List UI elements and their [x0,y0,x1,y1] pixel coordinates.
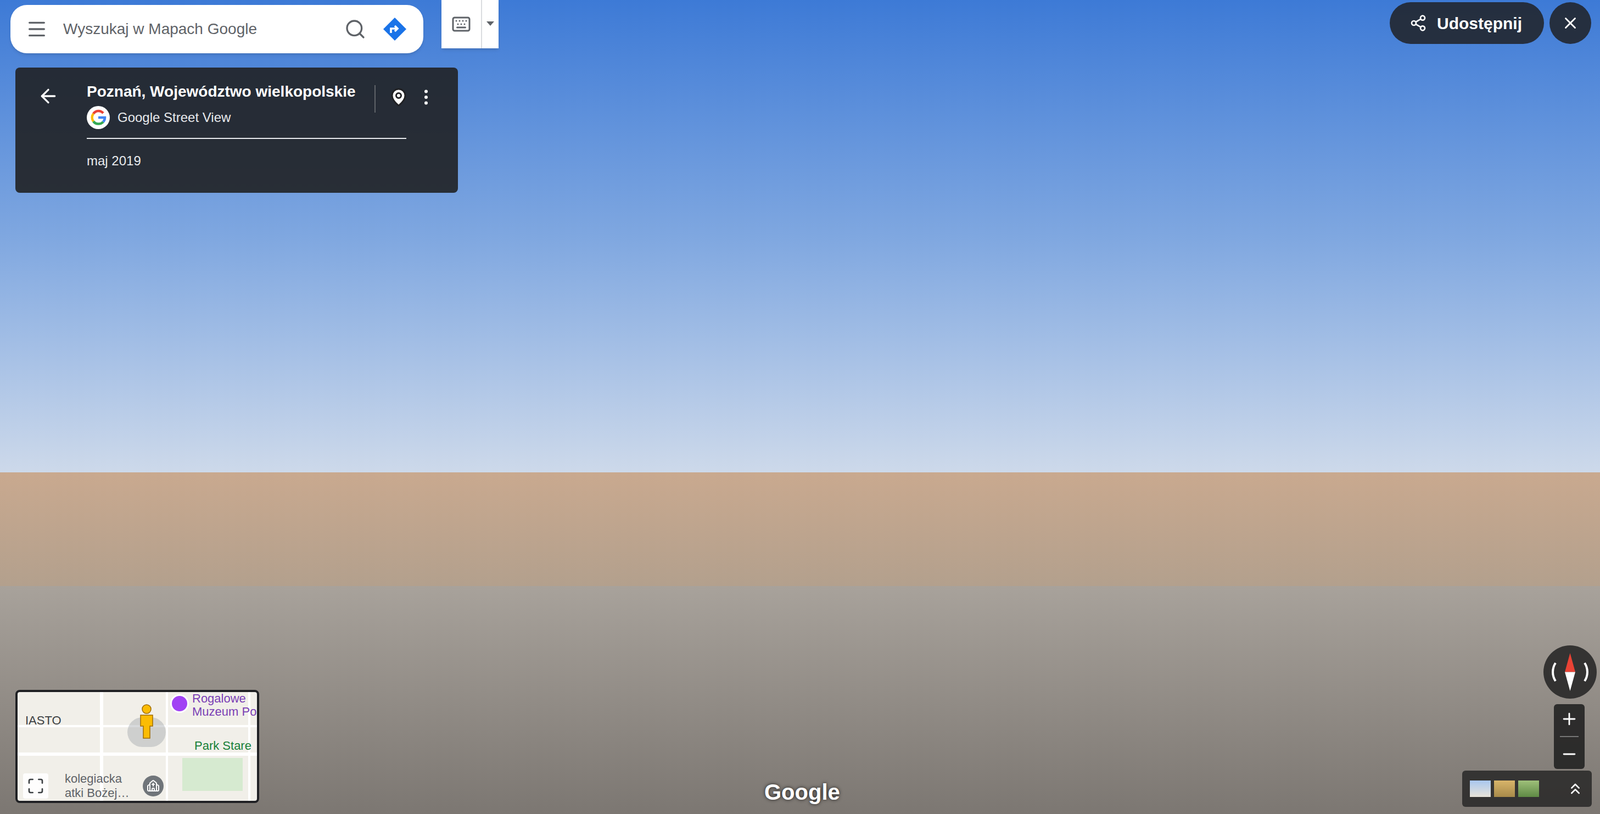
dropdown-arrow-icon[interactable] [486,21,495,27]
google-watermark: Google [764,775,841,809]
keyboard-icon[interactable] [451,14,472,35]
pin-icon[interactable] [388,87,409,108]
search-bar[interactable]: Wyszukaj w Mapach Google [10,4,424,54]
map-label: Rogalowe [192,691,246,706]
expand-up-icon[interactable] [1566,779,1585,798]
church-icon [146,779,160,793]
expand-icon[interactable] [26,776,45,795]
menu-icon[interactable] [25,18,48,41]
close-button[interactable] [1549,2,1592,44]
church-marker[interactable] [142,775,164,797]
thumbnail[interactable] [1518,780,1540,797]
more-icon[interactable] [416,87,436,108]
location-source: Google Street View [117,107,231,128]
zoom-out-icon[interactable] [1559,744,1579,764]
compass-icon[interactable] [1543,645,1597,699]
map-label: Park Stare [194,739,252,753]
zoom-in-icon[interactable] [1559,709,1579,729]
search-icon[interactable] [344,18,367,41]
location-title: Poznań, Województwo wielkopolskie [86,81,362,102]
compass[interactable] [1543,645,1597,699]
map-label: atki Bożej… [64,786,130,800]
minimap[interactable]: RogaloweMuzeum Po IASTO Park Stare kolegiac… [15,689,260,803]
share-button[interactable]: Udostępnij [1389,2,1544,44]
search-placeholder[interactable]: Wyszukaj w Mapach Google [63,17,329,41]
share-icon[interactable] [1409,14,1428,32]
museum-marker[interactable] [170,694,189,713]
close-icon[interactable] [1561,13,1580,33]
expand-map-button[interactable] [23,773,49,799]
thumbnail[interactable] [1494,780,1515,797]
keyboard-button[interactable] [441,0,499,49]
location-card: Poznań, Województwo wielkopolskie Google … [15,67,458,193]
capture-date: maj 2019 [86,150,436,171]
thumbnail[interactable] [1469,780,1491,797]
street-view-page: Wyszukaj w Mapach Google Poznań, Wojewódz… [0,0,1600,814]
google-logo-icon [86,105,110,130]
map-label: Muzeum Po [192,705,257,719]
back-icon[interactable] [37,85,60,108]
map-label: IASTO [25,713,62,727]
pegman-icon[interactable] [137,703,156,740]
directions-icon[interactable] [381,15,408,43]
map-label: kolegiacka [64,771,122,786]
photo-strip[interactable] [1462,770,1592,807]
zoom-controls [1553,703,1585,769]
